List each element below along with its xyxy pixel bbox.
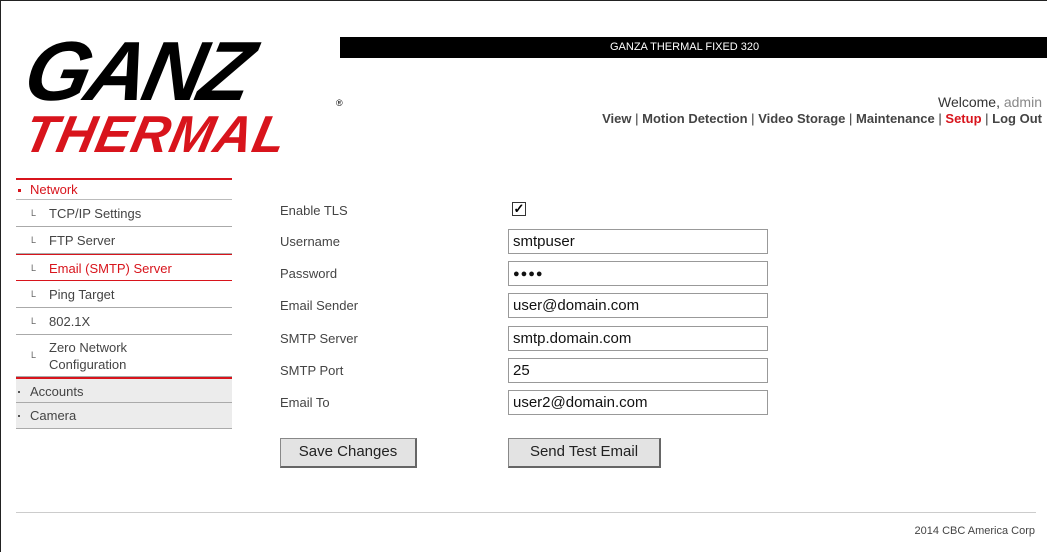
email-to-field[interactable] xyxy=(508,390,768,415)
smtp-port-label: SMTP Port xyxy=(280,363,344,378)
sidebar-group-label: Camera xyxy=(30,408,77,423)
password-field[interactable] xyxy=(508,261,768,286)
sidebar-item-zero-network-configuration[interactable]: L Zero Network Configuration xyxy=(16,335,232,377)
send-test-email-button[interactable]: Send Test Email xyxy=(508,438,661,468)
footer-copyright: 2014 CBC America Corp xyxy=(914,525,1035,537)
enable-tls-label: Enable TLS xyxy=(280,203,348,218)
nav-separator: | xyxy=(938,111,942,126)
save-changes-button[interactable]: Save Changes xyxy=(280,438,417,468)
nav-maintenance[interactable]: Maintenance xyxy=(856,111,935,126)
logo-text-ganz: GANZ xyxy=(28,28,266,118)
svg-text:®: ® xyxy=(336,98,343,108)
bullet-icon xyxy=(18,391,20,393)
row-username: Username xyxy=(280,227,770,255)
row-email-sender: Email Sender xyxy=(280,291,770,319)
nav-separator: | xyxy=(849,111,853,126)
nav-setup[interactable]: Setup xyxy=(945,111,981,126)
row-smtp-port: SMTP Port xyxy=(280,356,770,384)
sidebar-item-label: Email (SMTP) Server xyxy=(49,261,172,276)
tree-branch-icon: L xyxy=(31,350,37,360)
sidebar: Network L TCP/IP Settings L FTP Server L… xyxy=(16,178,232,429)
sidebar-item-label: FTP Server xyxy=(49,233,116,248)
sidebar-item-ping-target[interactable]: L Ping Target xyxy=(16,281,232,308)
bullet-icon xyxy=(18,189,21,192)
smtp-server-label: SMTP Server xyxy=(280,331,358,346)
sidebar-item-label: Zero Network Configuration xyxy=(49,340,128,372)
nav-video-storage[interactable]: Video Storage xyxy=(758,111,845,126)
sidebar-item-802-1x[interactable]: L 802.1X xyxy=(16,308,232,335)
sidebar-group-label: Accounts xyxy=(30,384,84,399)
nav-separator: | xyxy=(985,111,989,126)
username-label: Username xyxy=(280,234,340,249)
sidebar-section-label: Network xyxy=(30,182,78,197)
tree-branch-icon: L xyxy=(31,289,37,299)
password-label: Password xyxy=(280,266,338,281)
top-navigation: View | Motion Detection | Video Storage … xyxy=(602,111,1042,126)
bullet-icon xyxy=(18,415,20,417)
tree-branch-icon: L xyxy=(31,208,37,218)
footer-divider xyxy=(16,512,1036,513)
row-smtp-server: SMTP Server xyxy=(280,324,770,352)
email-to-label: Email To xyxy=(280,395,330,410)
nav-motion-detection[interactable]: Motion Detection xyxy=(642,111,747,126)
ganz-thermal-logo: GANZ ® THERMAL xyxy=(28,28,343,158)
sidebar-group-camera[interactable]: Camera xyxy=(16,403,232,429)
nav-view[interactable]: View xyxy=(602,111,631,126)
tree-branch-icon: L xyxy=(31,235,37,245)
device-title: GANZA THERMAL FIXED 320 xyxy=(610,41,760,53)
enable-tls-checkbox[interactable]: ✓ xyxy=(512,202,526,216)
nav-separator: | xyxy=(635,111,639,126)
welcome-user: admin xyxy=(1003,94,1042,110)
sidebar-item-tcpip-settings[interactable]: L TCP/IP Settings xyxy=(16,200,232,227)
sidebar-section-network[interactable]: Network xyxy=(16,178,232,200)
sidebar-item-ftp-server[interactable]: L FTP Server xyxy=(16,227,232,254)
sidebar-item-email-smtp-server[interactable]: L Email (SMTP) Server xyxy=(16,254,232,281)
smtp-server-field[interactable] xyxy=(508,326,768,351)
row-enable-tls: Enable TLS ✓ xyxy=(280,196,770,224)
nav-log-out[interactable]: Log Out xyxy=(992,111,1042,126)
row-password: Password xyxy=(280,259,770,287)
email-sender-field[interactable] xyxy=(508,293,768,318)
sidebar-item-label: TCP/IP Settings xyxy=(49,206,142,221)
nav-separator: | xyxy=(751,111,755,126)
tree-branch-icon: L xyxy=(31,316,37,326)
sidebar-group-accounts[interactable]: Accounts xyxy=(16,377,232,403)
sidebar-item-label: 802.1X xyxy=(49,314,91,329)
username-field[interactable] xyxy=(508,229,768,254)
smtp-port-field[interactable] xyxy=(508,358,768,383)
logo-text-thermal: THERMAL xyxy=(28,106,293,158)
welcome-label: Welcome, xyxy=(937,94,1000,110)
sidebar-item-label: Ping Target xyxy=(49,287,115,302)
welcome-message: Welcome, admin xyxy=(938,94,1042,110)
tree-branch-icon: L xyxy=(31,263,37,273)
row-email-to: Email To xyxy=(280,388,770,416)
email-sender-label: Email Sender xyxy=(280,298,359,313)
